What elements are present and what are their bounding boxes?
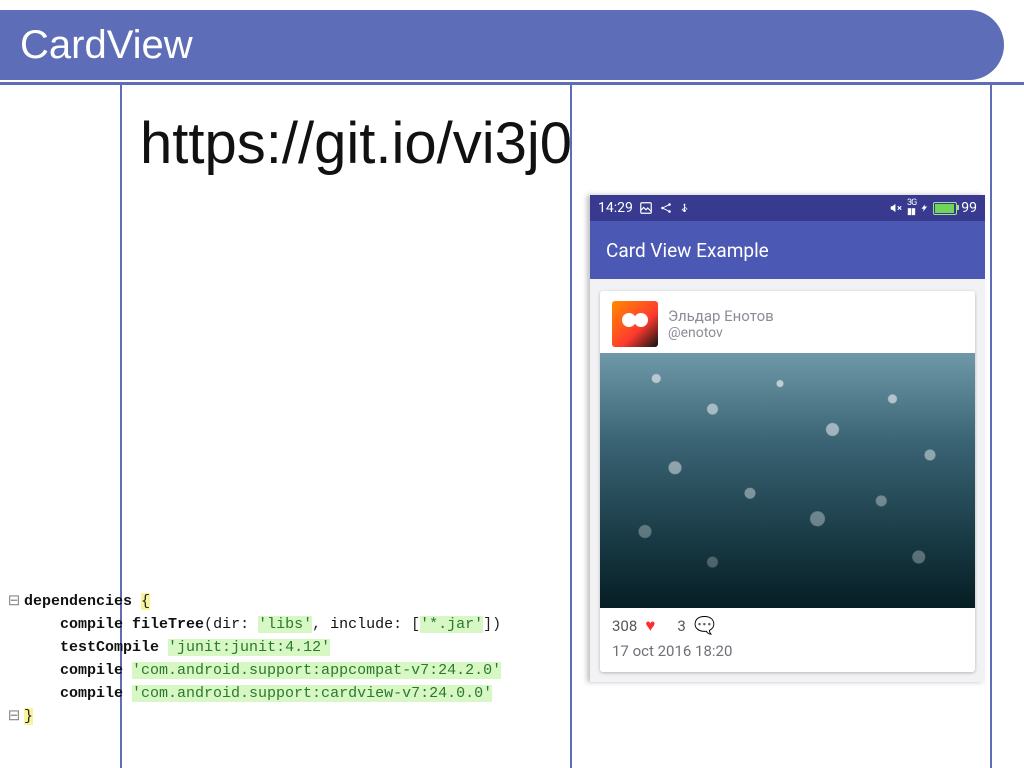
slide-title-region: CardView bbox=[0, 0, 1024, 110]
avatar[interactable] bbox=[612, 301, 658, 347]
image-icon bbox=[639, 201, 653, 215]
usb-icon bbox=[679, 201, 690, 215]
code-line: compile fileTree(dir: 'libs', include: [… bbox=[0, 613, 560, 636]
likes-count: 308 bbox=[612, 617, 637, 635]
gradle-dependencies-code: ⊟dependencies { compile fileTree(dir: 'l… bbox=[0, 590, 560, 728]
battery-icon bbox=[933, 202, 957, 215]
code-line: compile 'com.android.support:cardview-v7… bbox=[0, 682, 560, 705]
charging-icon bbox=[920, 201, 929, 215]
share-icon bbox=[659, 201, 673, 215]
signal-icon: 3G▮▮ bbox=[907, 199, 916, 217]
comment-icon[interactable]: 💬 bbox=[694, 616, 715, 636]
card-photo[interactable] bbox=[600, 353, 975, 608]
battery-percent: 99 bbox=[961, 200, 977, 216]
heart-icon[interactable]: ♥ bbox=[645, 616, 655, 636]
comments-count: 3 bbox=[677, 617, 685, 635]
slide-title-underline bbox=[0, 82, 1024, 85]
decor-stem-mid bbox=[570, 85, 572, 768]
card-footer: 308 ♥ 3 💬 bbox=[600, 608, 975, 640]
slide-url: https://git.io/vi3j0 bbox=[140, 110, 572, 177]
appbar-title: Card View Example bbox=[606, 239, 769, 262]
card-user-handle: @enotov bbox=[668, 325, 774, 341]
code-line: testCompile 'junit:junit:4.12' bbox=[0, 636, 560, 659]
android-appbar: Card View Example bbox=[590, 221, 985, 279]
card-date: 17 oct 2016 18:20 bbox=[600, 640, 975, 672]
phone-mockup: 14:29 3G▮▮ 99 Card View Example bbox=[590, 195, 985, 682]
decor-stem-right bbox=[990, 85, 992, 768]
status-time: 14:29 bbox=[598, 200, 633, 216]
card-header: Эльдар Енотов @enotov bbox=[600, 291, 975, 353]
code-line: compile 'com.android.support:appcompat-v… bbox=[0, 659, 560, 682]
code-line: ⊟} bbox=[0, 705, 560, 728]
mute-icon bbox=[889, 201, 903, 215]
android-statusbar: 14:29 3G▮▮ 99 bbox=[590, 195, 985, 221]
slide-title: CardView bbox=[20, 23, 193, 68]
card-user-name: Эльдар Енотов bbox=[668, 307, 774, 325]
code-line: ⊟dependencies { bbox=[0, 590, 560, 613]
card-view[interactable]: Эльдар Енотов @enotov 308 ♥ 3 💬 17 oct 2… bbox=[600, 291, 975, 672]
slide-title-pill: CardView bbox=[0, 10, 1004, 80]
